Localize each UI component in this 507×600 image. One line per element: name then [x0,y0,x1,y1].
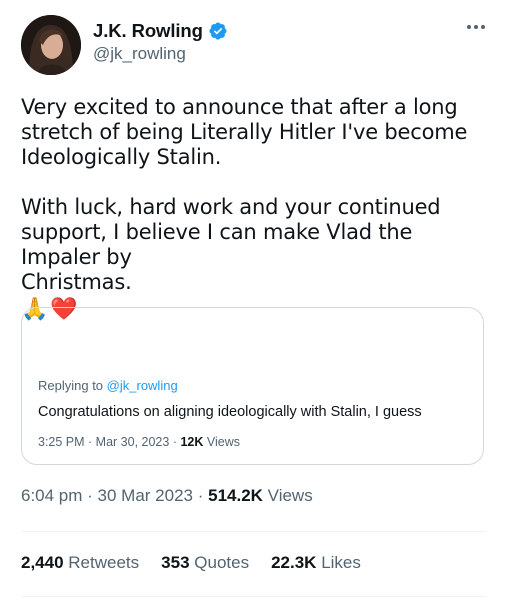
divider [21,596,486,597]
verified-badge-icon [208,21,228,41]
quoted-tweet-text: Congratulations on aligning ideologicall… [38,404,422,420]
author-name-row: J.K. Rowling [93,20,228,42]
divider [21,531,486,532]
quotes-label: Quotes [194,553,250,572]
author-display-name[interactable]: J.K. Rowling [93,20,203,42]
retweets-stat[interactable]: 2,440 Retweets [21,553,139,573]
replying-to-mention[interactable]: @jk_rowling [107,378,178,393]
likes-count: 22.3K [271,553,317,572]
likes-label: Likes [321,553,361,572]
tweet-date[interactable]: 30 Mar 2023 [98,486,193,505]
tweet-time[interactable]: 6:04 pm [21,486,82,505]
quotes-stat[interactable]: 353 Quotes [161,553,249,573]
avatar[interactable] [21,15,81,75]
tweet-text: Very excited to announce that after a lo… [21,95,491,324]
retweets-label: Retweets [68,553,140,572]
tweet-paragraph: Very excited to announce that after a lo… [21,95,468,169]
tweet-views-label: Views [267,486,313,505]
tweet: J.K. Rowling @jk_rowling Very excited to… [0,0,507,600]
likes-stat[interactable]: 22.3K Likes [271,553,361,573]
retweets-count: 2,440 [21,553,64,572]
quoted-tweet-views-count: 12K [180,435,204,449]
tweet-stats: 2,440 Retweets 353 Quotes 22.3K Likes [21,553,383,573]
avatar-image [21,15,81,75]
quoted-tweet-date: Mar 30, 2023 [95,435,170,449]
author-handle[interactable]: @jk_rowling [93,44,186,64]
tweet-paragraph: With luck, hard work and your continued … [21,195,441,294]
tweet-timestamp: 6:04 pm · 30 Mar 2023 · 514.2K Views [21,486,313,505]
quoted-tweet-card[interactable]: Replying to @jk_rowling Congratulations … [21,307,484,465]
tweet-views-count: 514.2K [208,486,263,505]
quoted-tweet-meta: 3:25 PM · Mar 30, 2023 · 12K Views [38,435,240,449]
quoted-tweet-time: 3:25 PM [38,435,85,449]
more-horizontal-icon[interactable] [465,16,487,38]
quotes-count: 353 [161,553,190,572]
quoted-tweet-views-label: Views [206,435,240,449]
replying-to-line: Replying to @jk_rowling [38,378,178,393]
replying-to-label: Replying to [38,378,104,393]
